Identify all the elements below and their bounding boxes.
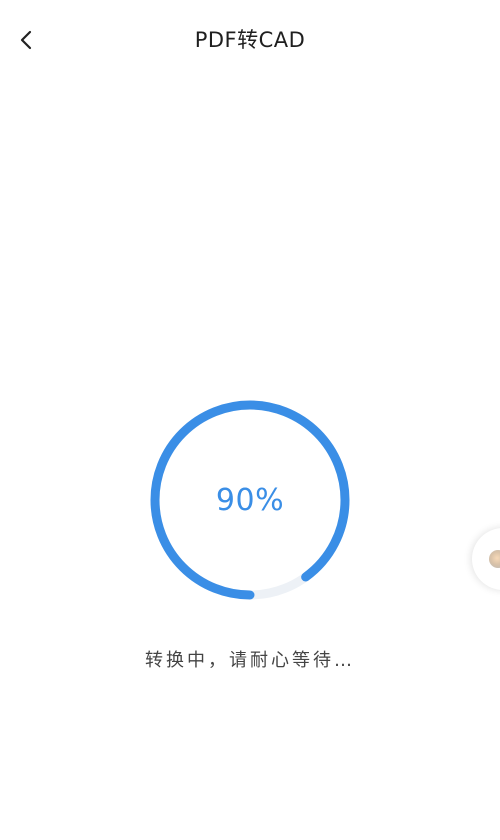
page-title: PDF转CAD (194, 28, 306, 52)
progress-percent: 90% (215, 482, 285, 518)
status-message: 转换中，请耐心等待… (145, 650, 355, 671)
navbar: PDF转CAD (0, 0, 500, 80)
assistant-icon (489, 550, 500, 568)
floating-assistant-tab[interactable] (472, 528, 500, 590)
progress-ring: 90% (146, 396, 354, 604)
